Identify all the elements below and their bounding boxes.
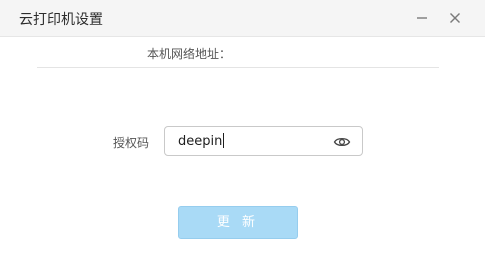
title-bar[interactable]: 云打印机设置 [0,0,485,37]
window-title: 云打印机设置 [19,12,103,28]
minimize-button[interactable] [412,8,432,28]
text-caret [223,133,225,148]
close-button[interactable] [445,8,465,28]
auth-code-label: 授权码 [113,136,150,150]
network-address-value [242,45,337,59]
update-button[interactable]: 更 新 [178,206,298,239]
show-password-toggle[interactable] [333,134,351,148]
eye-icon [333,137,351,147]
auth-code-value: deepin [178,134,223,149]
cloud-printer-settings-dialog: 云打印机设置 本机网络地址： 授权码 deepin 更 新 [0,0,485,261]
auth-code-field[interactable]: deepin [164,126,363,156]
auth-code-input[interactable]: deepin [178,133,225,149]
network-address-label: 本机网络地址： [147,47,232,61]
divider [37,67,439,68]
minimize-icon [417,17,427,19]
close-icon [450,13,460,23]
network-address-row: 本机网络地址： [0,37,485,67]
